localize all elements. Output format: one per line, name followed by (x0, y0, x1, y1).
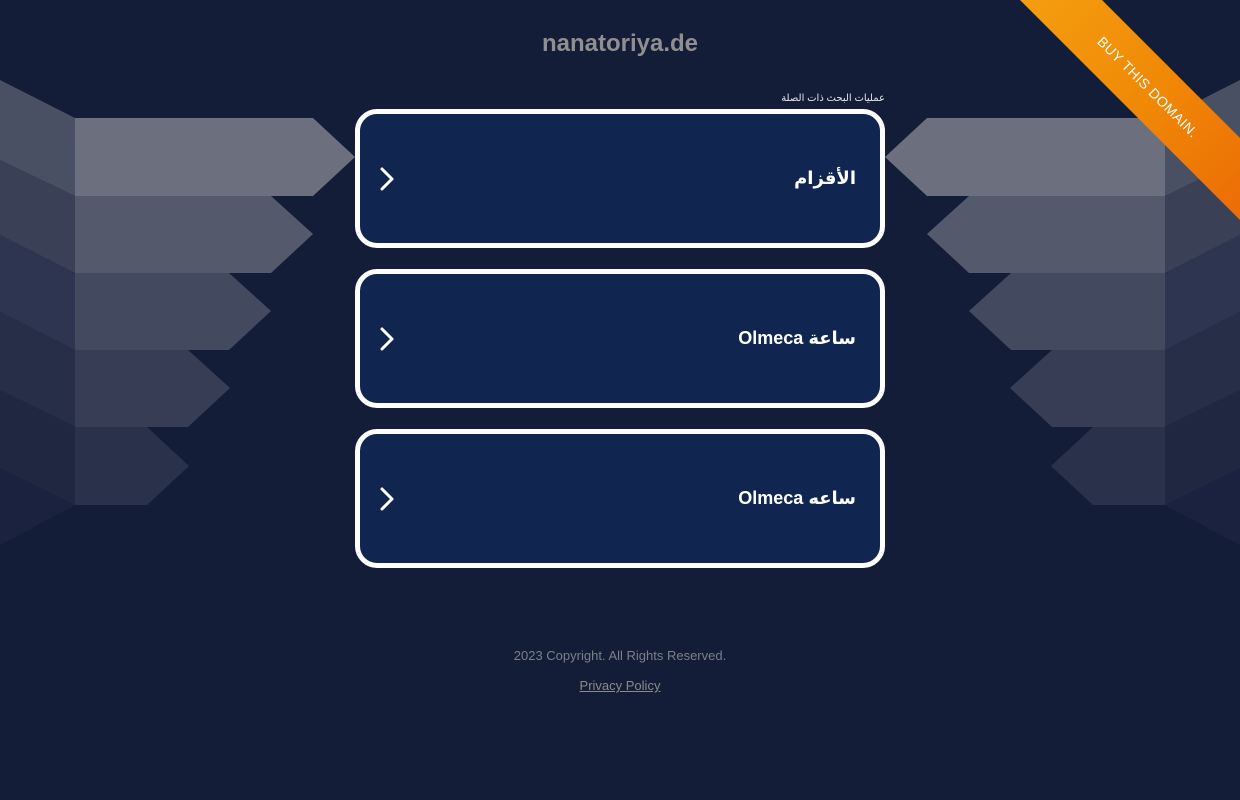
parked-domain-page: nanatoriya.de عمليات البحث ذات الصلة الأ… (0, 0, 1240, 800)
privacy-policy-link[interactable]: Privacy Policy (580, 678, 661, 693)
related-link-2[interactable]: ساعة Olmeca (355, 269, 885, 408)
privacy-policy-container: Privacy Policy (0, 678, 1240, 693)
buy-domain-ribbon[interactable]: BUY THIS DOMAIN. (1007, 0, 1240, 228)
related-link-label: الأقزام (794, 168, 856, 188)
chevron-right-icon (380, 484, 400, 514)
related-link-3[interactable]: ساعه Olmeca (355, 429, 885, 568)
related-searches-heading: عمليات البحث ذات الصلة (781, 93, 885, 104)
chevron-right-icon (380, 324, 400, 354)
buy-domain-corner: BUY THIS DOMAIN. (1000, 0, 1240, 240)
related-link-1[interactable]: الأقزام (355, 109, 885, 248)
related-link-label: ساعه Olmeca (738, 488, 856, 508)
chevron-right-icon (380, 164, 400, 194)
related-link-label: ساعة Olmeca (738, 328, 856, 348)
related-links-list: الأقزام ساعة Olmeca ساعه Olmeca (355, 109, 885, 589)
copyright-text: 2023 Copyright. All Rights Reserved. (513, 648, 727, 663)
